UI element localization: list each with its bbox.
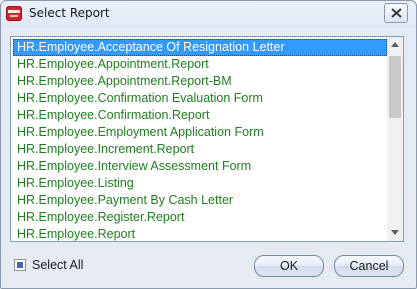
chevron-up-icon	[391, 42, 399, 47]
ok-button[interactable]: OK	[254, 255, 324, 277]
close-icon	[391, 8, 402, 18]
vertical-scrollbar[interactable]	[387, 37, 403, 241]
close-button[interactable]	[384, 3, 408, 23]
select-all-label[interactable]: Select All	[32, 258, 83, 272]
checkbox-indeterminate-mark	[17, 262, 23, 268]
scroll-up-button[interactable]	[387, 37, 403, 53]
list-item[interactable]: HR.Employee.Register.Report	[13, 209, 387, 226]
list-item[interactable]: HR.Employee.Confirmation Evaluation Form	[13, 90, 387, 107]
report-list: HR.Employee.Acceptance Of Resignation Le…	[13, 39, 387, 241]
scroll-thumb[interactable]	[389, 56, 401, 118]
list-item[interactable]: HR.Employee.Increment.Report	[13, 141, 387, 158]
window-title: Select Report	[29, 6, 110, 20]
chevron-down-icon	[391, 230, 399, 235]
list-item[interactable]: HR.Employee.Appointment.Report-BM	[13, 73, 387, 90]
title-bar[interactable]: Select Report	[1, 1, 416, 27]
report-listbox[interactable]: HR.Employee.Acceptance Of Resignation Le…	[10, 36, 404, 242]
list-item[interactable]: HR.Employee.Interview Assessment Form	[13, 158, 387, 175]
list-item[interactable]: HR.Employee.Appointment.Report	[13, 56, 387, 73]
cancel-button[interactable]: Cancel	[334, 255, 404, 277]
list-item[interactable]: HR.Employee.Confirmation.Report	[13, 107, 387, 124]
select-report-dialog: Select Report HR.Employee.Acceptance Of …	[0, 0, 417, 289]
scroll-down-button[interactable]	[387, 225, 403, 241]
list-item[interactable]: HR.Employee.Listing	[13, 175, 387, 192]
list-item[interactable]: HR.Employee.Acceptance Of Resignation Le…	[13, 39, 387, 56]
select-all-checkbox[interactable]	[14, 259, 26, 271]
list-item[interactable]: HR.Employee.Employment Application Form	[13, 124, 387, 141]
app-logo-icon	[6, 6, 22, 21]
list-item[interactable]: HR.Employee.Report	[13, 226, 387, 241]
list-item[interactable]: HR.Employee.Payment By Cash Letter	[13, 192, 387, 209]
